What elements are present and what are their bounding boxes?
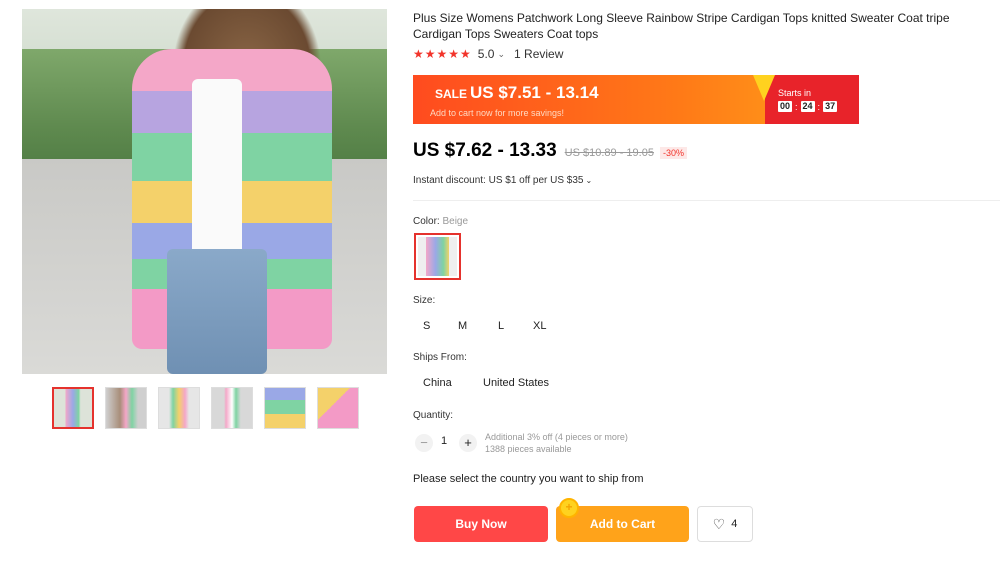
discount-badge: -30% — [659, 147, 687, 159]
ship-option-china[interactable]: China — [423, 377, 452, 389]
size-label: Size: — [413, 295, 436, 306]
size-option-m[interactable]: M — [458, 320, 467, 332]
size-option-s[interactable]: S — [423, 320, 430, 332]
quantity-label: Quantity: — [413, 410, 454, 421]
thumbnail-5[interactable] — [264, 387, 306, 429]
size-option-xl[interactable]: XL — [533, 320, 546, 332]
countdown-minutes: 24 — [800, 101, 815, 112]
heart-icon: ♡ — [712, 515, 726, 532]
price-row: US $7.62 - 13.33 US $10.89 - 19.05 -30% — [413, 140, 687, 162]
instant-discount[interactable]: Instant discount: US $1 off per US $35 ⌄ — [413, 175, 592, 186]
thumbnail-6[interactable] — [317, 387, 359, 429]
thumbnail-3[interactable] — [158, 387, 200, 429]
stock-available-text: 1388 pieces available — [485, 444, 572, 454]
color-label: Color: Beige — [413, 216, 468, 227]
reviews-link[interactable]: 1 Review — [514, 47, 563, 61]
quantity-value[interactable]: 1 — [441, 435, 447, 447]
sale-subtext: Add to cart now for more savings! — [430, 108, 565, 118]
color-swatch-image — [418, 237, 457, 276]
product-title: Plus Size Womens Patchwork Long Sleeve R… — [413, 11, 950, 41]
color-label-text: Color: — [413, 216, 440, 227]
quantity-info: Additional 3% off (4 pieces or more) 138… — [485, 431, 628, 455]
countdown-separator: : — [795, 101, 798, 112]
sale-price: US $7.51 - 13.14 — [470, 83, 599, 102]
buy-now-button[interactable]: Buy Now — [414, 506, 548, 542]
bulk-discount-text: Additional 3% off (4 pieces or more) — [485, 432, 628, 442]
banner-corner-triangle — [753, 75, 775, 101]
star-rating-icon: ★★★★★ — [413, 47, 472, 61]
color-selected-value: Beige — [442, 216, 469, 227]
quantity-decrease-button[interactable]: − — [415, 434, 433, 452]
plus-coin-icon: + — [559, 498, 579, 518]
ship-country-message: Please select the country you want to sh… — [413, 473, 644, 485]
divider — [413, 200, 1000, 201]
instant-discount-text: Instant discount: US $1 off per US $35 — [413, 175, 584, 186]
color-swatch-beige[interactable] — [414, 233, 461, 280]
rating-score[interactable]: 5.0 — [478, 47, 495, 61]
thumbnail-4[interactable] — [211, 387, 253, 429]
sale-banner: SALE US $7.51 - 13.14 Add to cart now fo… — [413, 75, 859, 124]
thumbnail-2[interactable] — [105, 387, 147, 429]
ship-option-united-states[interactable]: United States — [483, 377, 549, 389]
countdown-timer: 00 : 24 : 37 — [778, 101, 838, 112]
quantity-increase-button[interactable]: + — [459, 434, 477, 452]
thumbnail-1[interactable] — [52, 387, 94, 429]
image-jeans — [167, 249, 267, 374]
rating-row: ★★★★★ 5.0 ⌄ 1 Review — [413, 47, 563, 61]
size-option-l[interactable]: L — [498, 320, 504, 332]
current-price: US $7.62 - 13.33 — [413, 140, 557, 161]
chevron-down-icon: ⌄ — [585, 176, 593, 185]
sale-label: SALE — [435, 87, 468, 101]
countdown-hours: 00 — [778, 101, 793, 112]
countdown-seconds: 37 — [823, 101, 838, 112]
original-price: US $10.89 - 19.05 — [564, 147, 654, 159]
wishlist-button[interactable]: ♡ 4 — [697, 506, 753, 542]
wishlist-count: 4 — [731, 518, 738, 530]
chevron-down-icon[interactable]: ⌄ — [497, 49, 505, 60]
image-white-shirt — [192, 79, 242, 259]
main-product-image[interactable] — [22, 9, 387, 374]
ships-from-label: Ships From: — [413, 352, 467, 363]
countdown-panel — [765, 75, 859, 124]
countdown-separator: : — [817, 101, 821, 112]
starts-in-label: Starts in — [778, 88, 812, 98]
